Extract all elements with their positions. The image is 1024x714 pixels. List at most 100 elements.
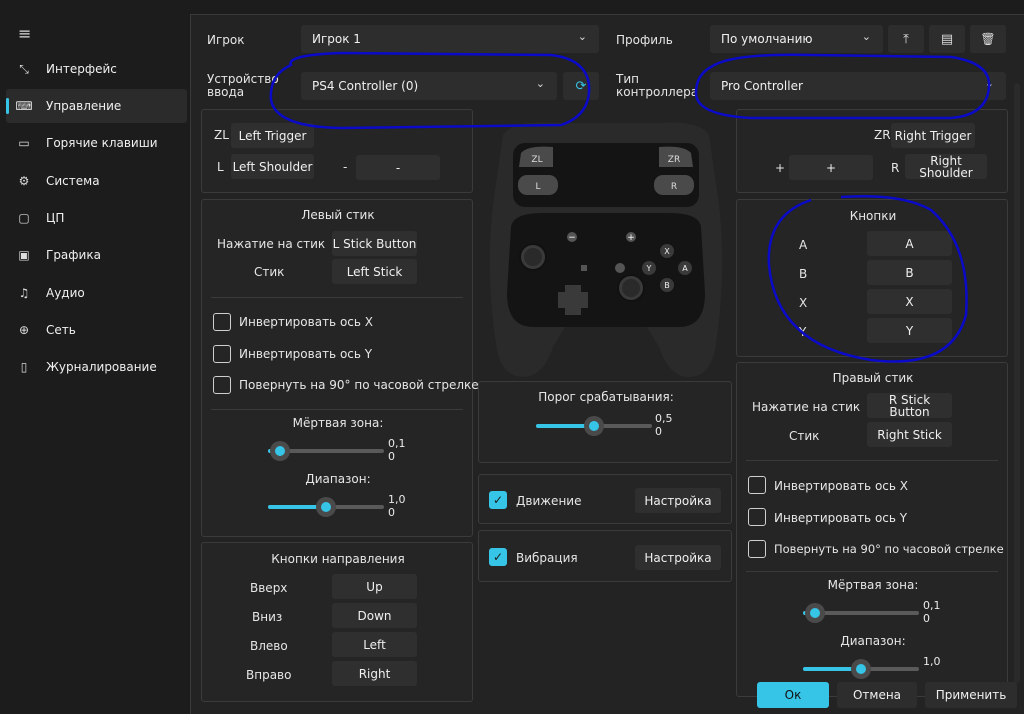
- plus-diagram-label: +: [627, 233, 635, 243]
- right-triggers-group: ZR Right Trigger + + R Right Shoulder: [736, 109, 1008, 193]
- sidebar-item-audio[interactable]: ♫ Аудио: [6, 276, 187, 310]
- slider-handle[interactable]: [804, 603, 825, 623]
- rumble-configure-button[interactable]: Настройка: [635, 545, 721, 570]
- controller-type-label: Тип контроллера: [616, 73, 698, 99]
- motion-configure-button[interactable]: Настройка: [635, 488, 721, 513]
- sidebar-item-network[interactable]: ⊕ Сеть: [6, 313, 187, 347]
- right-stick-press-label: Нажатие на стик: [752, 400, 861, 414]
- right-deadzone-slider[interactable]: [803, 603, 919, 623]
- controller-type-value: Pro Controller: [721, 79, 803, 93]
- left-stick-title: Левый стик: [301, 208, 375, 222]
- dpad-up-label: Вверх: [250, 581, 288, 595]
- plus-binding-button[interactable]: +: [789, 155, 873, 180]
- right-stick-press-binding[interactable]: R Stick Button: [867, 393, 952, 418]
- music-note-icon: ♫: [18, 286, 30, 300]
- left-deadzone-slider[interactable]: [268, 441, 384, 461]
- sidebar-item-hotkeys[interactable]: ▭ Горячие клавиши: [6, 126, 187, 160]
- slider-handle[interactable]: [269, 441, 290, 461]
- dpad-up-binding[interactable]: Up: [332, 574, 417, 599]
- left-invert-x-checkbox[interactable]: [213, 313, 231, 331]
- scrollbar[interactable]: [1014, 83, 1020, 683]
- right-deadzone-value: 0,1: [923, 599, 941, 612]
- zl-binding-button[interactable]: Left Trigger: [231, 123, 314, 148]
- dpad-left-label: Влево: [250, 639, 288, 653]
- sidebar-item-label: Графика: [46, 248, 101, 262]
- profile-select-value: По умолчанию: [721, 32, 813, 46]
- right-stick-binding[interactable]: Right Stick: [867, 422, 952, 447]
- left-deadzone-min: 0: [388, 450, 395, 463]
- left-invert-y-checkbox[interactable]: [213, 345, 231, 363]
- sidebar-item-graphics[interactable]: ▣ Графика: [6, 238, 187, 272]
- ok-button[interactable]: Ок: [757, 682, 829, 708]
- sidebar-item-label: Система: [46, 174, 100, 188]
- keyboard-icon: ▭: [18, 136, 30, 150]
- trash-icon: 🗑: [980, 32, 996, 46]
- button-x-binding[interactable]: X: [867, 289, 952, 314]
- motion-checkbox[interactable]: ✓: [489, 491, 507, 509]
- rumble-checkbox[interactable]: ✓: [489, 548, 507, 566]
- minus-binding-button[interactable]: -: [356, 155, 440, 180]
- motion-label: Движение: [516, 494, 582, 508]
- sidebar-item-system[interactable]: ⚙ Система: [6, 164, 187, 198]
- right-rotate-label: Повернуть на 90° по часовой стрелке: [774, 542, 1004, 556]
- right-invert-y-label: Инвертировать ось Y: [774, 511, 908, 525]
- slider-handle[interactable]: [316, 497, 336, 517]
- dpad-right-binding[interactable]: Right: [332, 661, 417, 686]
- r-label: R: [891, 161, 900, 175]
- player-select[interactable]: Игрок 1 ⌄: [301, 25, 599, 53]
- sidebar-item-label: Сеть: [46, 323, 76, 337]
- dpad-left-binding[interactable]: Left: [332, 632, 417, 657]
- divider: [211, 409, 463, 410]
- zr-binding-button[interactable]: Right Trigger: [891, 123, 975, 148]
- sidebar-item-cpu[interactable]: ▢ ЦП: [6, 201, 187, 235]
- dpad-down-binding[interactable]: Down: [332, 603, 417, 628]
- button-b-binding[interactable]: B: [867, 260, 952, 285]
- hamburger-menu-icon[interactable]: ≡: [18, 24, 31, 43]
- right-invert-y-checkbox[interactable]: [748, 508, 766, 526]
- b-diagram-label: B: [664, 281, 670, 290]
- button-y-label: Y: [799, 325, 807, 339]
- minus-label: -: [343, 160, 348, 174]
- left-stick-press-binding[interactable]: L Stick Button: [332, 231, 417, 256]
- trigger-threshold-slider[interactable]: [536, 416, 652, 436]
- refresh-icon: ⟳: [575, 78, 587, 94]
- dpad-group: Кнопки направления Вверх Up Вниз Down Вл…: [201, 542, 473, 702]
- x-diagram-label: X: [664, 247, 670, 256]
- minus-diagram-label: −: [568, 233, 576, 243]
- delete-profile-button[interactable]: 🗑: [970, 25, 1006, 53]
- profile-select[interactable]: По умолчанию ⌄: [710, 25, 883, 53]
- r-diagram-label: R: [671, 182, 677, 192]
- input-device-label: Устройство ввода: [207, 73, 279, 99]
- slider-handle[interactable]: [584, 416, 604, 436]
- right-deadzone-min: 0: [923, 612, 930, 625]
- refresh-devices-button[interactable]: ⟳: [563, 72, 599, 100]
- divider: [211, 297, 463, 298]
- sidebar-item-controls[interactable]: ⌨ Управление: [6, 89, 187, 123]
- button-y-binding[interactable]: Y: [867, 318, 952, 343]
- player-label: Игрок: [207, 33, 245, 47]
- input-device-select[interactable]: PS4 Controller (0) ⌄: [301, 72, 557, 100]
- left-stick-binding[interactable]: Left Stick: [332, 259, 417, 284]
- controller-type-select[interactable]: Pro Controller ⌄: [710, 72, 1006, 100]
- right-deadzone-label: Мёртвая зона:: [827, 578, 919, 592]
- sidebar-item-interface[interactable]: ⤡ Интерфейс: [6, 52, 187, 86]
- left-rotate-checkbox[interactable]: [213, 376, 231, 394]
- apply-button[interactable]: Применить: [925, 682, 1017, 708]
- left-range-slider[interactable]: [268, 497, 384, 517]
- input-device-value: PS4 Controller (0): [312, 79, 419, 93]
- r-binding-button[interactable]: Right Shoulder: [905, 154, 987, 179]
- l-binding-button[interactable]: Left Shoulder: [231, 154, 314, 179]
- save-profile-button[interactable]: ▤: [929, 25, 965, 53]
- cancel-button[interactable]: Отмена: [837, 682, 917, 708]
- slider-handle[interactable]: [851, 659, 871, 679]
- controller-type-label-line2: контроллера: [616, 85, 699, 99]
- rumble-label: Вибрация: [516, 551, 578, 565]
- right-rotate-checkbox[interactable]: [748, 540, 766, 558]
- save-icon: ▤: [940, 31, 954, 47]
- sidebar-item-logging[interactable]: ▯ Журналирование: [6, 350, 187, 384]
- load-profile-button[interactable]: ⤒: [888, 25, 924, 53]
- button-a-binding[interactable]: A: [867, 231, 952, 256]
- right-invert-x-checkbox[interactable]: [748, 476, 766, 494]
- right-range-slider[interactable]: [803, 659, 919, 679]
- left-range-value: 1,0: [388, 493, 406, 506]
